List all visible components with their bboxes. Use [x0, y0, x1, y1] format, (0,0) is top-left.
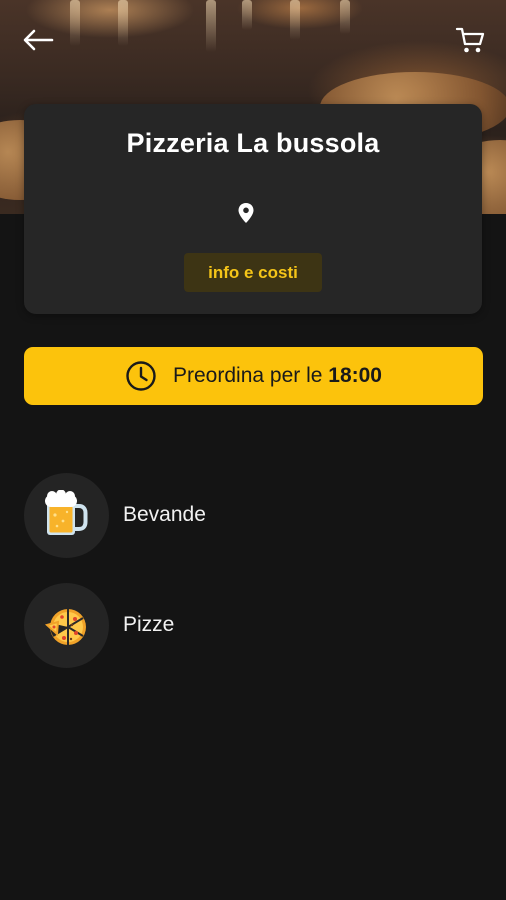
- cart-button[interactable]: [448, 18, 492, 62]
- restaurant-card: Pizzeria La bussola info e costi: [24, 104, 482, 314]
- location-pin-icon: [238, 203, 254, 223]
- category-icon-container: [24, 472, 109, 558]
- clock-icon: [126, 361, 156, 391]
- preorder-text: Preordina per le: [173, 364, 323, 387]
- arrow-left-icon: [23, 29, 54, 51]
- category-item-bevande[interactable]: Bevande: [24, 472, 454, 558]
- restaurant-screen: Pizzeria La bussola info e costi Preordi…: [0, 0, 506, 900]
- back-button[interactable]: [16, 18, 60, 62]
- preorder-content: Preordina per le 18:00: [125, 360, 382, 392]
- category-item-pizze[interactable]: Pizze: [24, 582, 454, 668]
- cart-icon: [455, 27, 485, 53]
- restaurant-name: Pizzeria La bussola: [126, 128, 380, 158]
- category-label: Pizze: [123, 613, 175, 636]
- preorder-button[interactable]: Preordina per le 18:00: [24, 347, 483, 405]
- preorder-time: 18:00: [328, 364, 382, 387]
- category-label: Bevande: [123, 503, 206, 526]
- beer-mug-icon: [44, 490, 87, 535]
- info-costs-button[interactable]: info e costi: [184, 253, 322, 292]
- pizza-slices-icon: [44, 609, 86, 645]
- preorder-label: Preordina per le 18:00: [173, 364, 382, 388]
- category-icon-container: [24, 582, 109, 668]
